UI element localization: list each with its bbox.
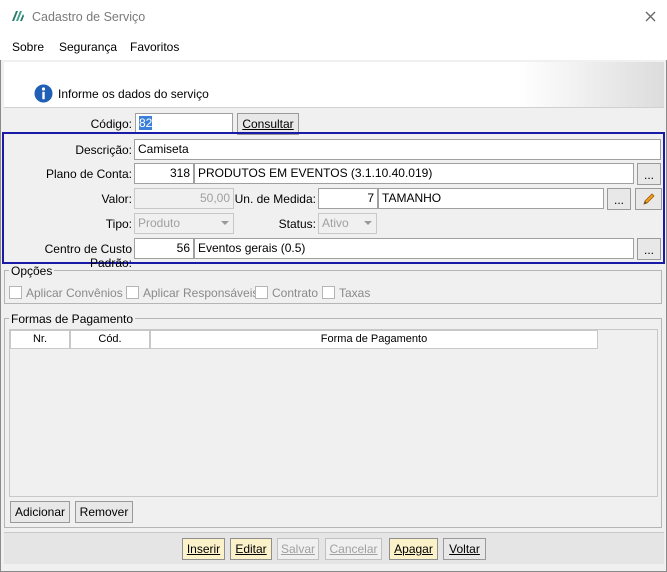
menu-seguranca[interactable]: Segurança	[59, 40, 117, 54]
pagamento-title: Formas de Pagamento	[9, 312, 136, 326]
status-label: Status:	[278, 217, 316, 231]
close-icon[interactable]	[645, 11, 656, 22]
editar-button[interactable]: Editar	[230, 538, 272, 560]
chevron-down-icon	[221, 221, 229, 225]
plano-search-button[interactable]: ...	[637, 163, 661, 185]
taxas-checkbox[interactable]	[322, 286, 335, 299]
col-nr[interactable]: Nr.	[10, 330, 70, 349]
taxas-label: Taxas	[339, 286, 371, 300]
unidade-search-button[interactable]: ...	[607, 188, 631, 210]
window-title: Cadastro de Serviço	[32, 10, 146, 24]
banner-text: Informe os dados do serviço	[58, 87, 209, 101]
tipo-label: Tipo:	[105, 217, 132, 231]
tipo-select[interactable]: Produto	[134, 213, 234, 234]
menu-favoritos[interactable]: Favoritos	[130, 40, 179, 54]
descricao-label: Descrição:	[75, 143, 132, 157]
plano-label: Plano de Conta:	[45, 167, 132, 181]
col-cod[interactable]: Cód.	[70, 330, 150, 349]
codigo-label: Código:	[90, 117, 132, 131]
info-banner	[4, 62, 664, 108]
pagamento-grid[interactable]	[9, 329, 658, 497]
chevron-down-icon	[364, 221, 372, 225]
centro-code-input[interactable]: 56	[134, 238, 194, 259]
aplicar-responsaveis-checkbox[interactable]	[126, 286, 139, 299]
unidade-edit-button[interactable]	[635, 188, 662, 210]
codigo-input[interactable]: 82	[135, 113, 233, 134]
descricao-input[interactable]: Camiseta	[134, 139, 661, 160]
info-icon	[34, 84, 53, 103]
contrato-checkbox[interactable]	[255, 286, 268, 299]
voltar-button[interactable]: Voltar	[443, 538, 486, 560]
unidade-desc-field: TAMANHO	[378, 188, 604, 209]
status-select[interactable]: Ativo	[318, 213, 377, 234]
plano-desc-field: PRODUTOS EM EVENTOS (3.1.10.40.019)	[194, 163, 634, 184]
cancelar-button[interactable]: Cancelar	[325, 538, 382, 560]
opcoes-title: Opções	[9, 264, 55, 278]
remover-button[interactable]: Remover	[75, 501, 133, 523]
app-logo-icon	[12, 11, 24, 21]
apagar-button[interactable]: Apagar	[389, 538, 438, 560]
salvar-button[interactable]: Salvar	[277, 538, 319, 560]
centro-search-button[interactable]: ...	[637, 238, 661, 260]
inserir-button[interactable]: Inserir	[182, 538, 225, 560]
aplicar-convenios-checkbox[interactable]	[9, 286, 22, 299]
contrato-label: Contrato	[272, 286, 319, 300]
col-forma-pagamento[interactable]: Forma de Pagamento	[150, 330, 598, 349]
aplicar-convenios-label: Aplicar Convênios	[26, 286, 123, 300]
menu-sobre[interactable]: Sobre	[12, 40, 44, 54]
valor-input[interactable]: 50,00	[134, 188, 234, 209]
plano-code-input[interactable]: 318	[134, 163, 194, 184]
unidade-label: Un. de Medida:	[234, 192, 316, 206]
valor-label: Valor:	[101, 192, 132, 206]
unidade-code-input[interactable]: 7	[318, 188, 378, 209]
pencil-icon	[642, 193, 655, 205]
centro-desc-field: Eventos gerais (0.5)	[194, 238, 634, 259]
aplicar-responsaveis-label: Aplicar Responsáveis	[143, 286, 259, 300]
adicionar-button[interactable]: Adicionar	[10, 501, 70, 523]
